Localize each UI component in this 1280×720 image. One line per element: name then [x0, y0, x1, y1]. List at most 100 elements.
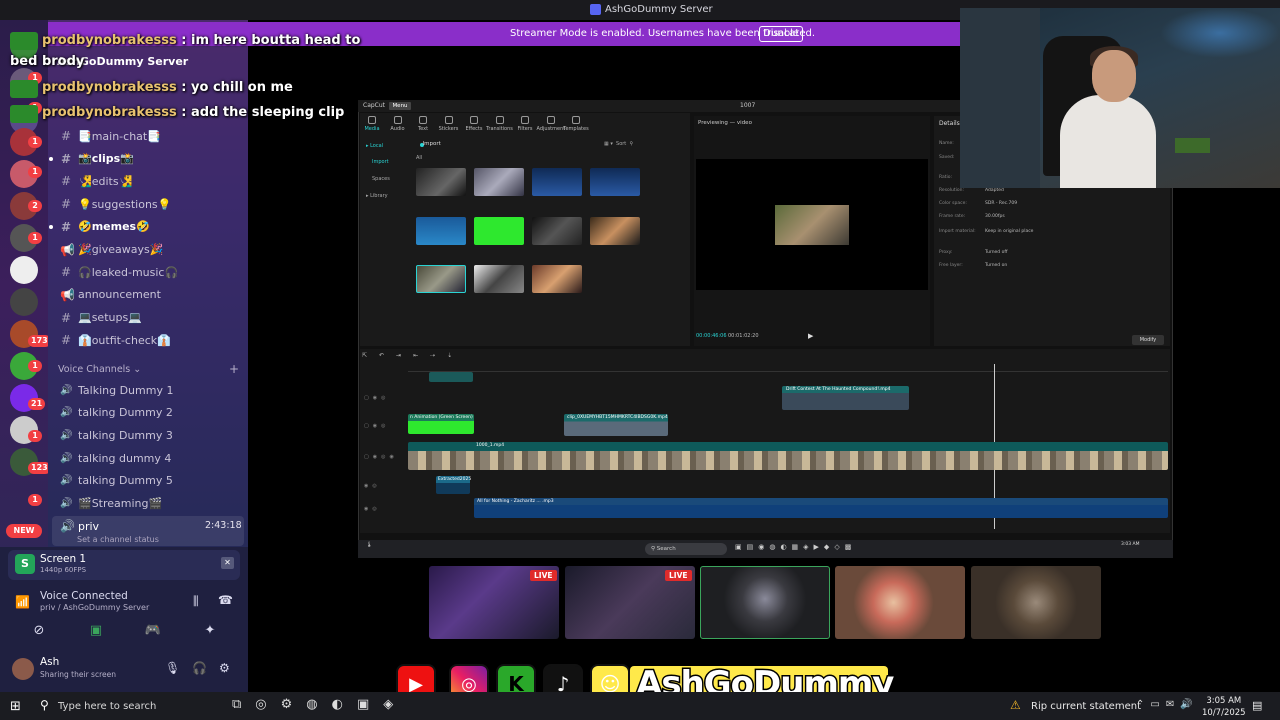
media-thumb-greenscreen[interactable]	[474, 217, 524, 245]
capcut-side-item[interactable]: Spaces	[372, 176, 412, 182]
media-thumb[interactable]	[590, 217, 640, 245]
chat-text: im here boutta head to	[191, 33, 361, 48]
timeline-clip[interactable]	[429, 372, 473, 382]
share-screen-icon[interactable]: ▣	[77, 619, 115, 641]
text-channel[interactable]: # 🧏‍♂️edits🧏‍♂️	[60, 171, 245, 191]
text-channel[interactable]: # 🎧leaked-music🎧	[60, 262, 245, 282]
stop-share-icon[interactable]: ✕	[221, 557, 234, 569]
timeline-clip-audio[interactable]	[474, 498, 1168, 518]
participant-tile-speaking[interactable]	[700, 566, 830, 639]
shared-taskbar-icons[interactable]: ▣▤◉◍◐▦◈▶◆◇▩	[735, 543, 856, 551]
unread-badge: 1	[28, 136, 42, 148]
capcut-tool-text[interactable]: Text	[409, 116, 437, 132]
participant-tile[interactable]	[835, 566, 965, 639]
text-channel[interactable]: # 📑main-chat📑	[60, 126, 245, 146]
voice-channel[interactable]: 🔊 🎬Streaming🎬	[60, 494, 245, 514]
track-controls[interactable]: ◉◎	[364, 483, 381, 489]
media-thumb[interactable]	[416, 168, 466, 196]
text-channel[interactable]: # 📸clips📸	[60, 149, 245, 169]
preview-frame	[775, 205, 849, 245]
text-channel[interactable]: # 👔outfit-check👔	[60, 330, 245, 350]
channel-status-prompt[interactable]: Set a channel status	[77, 535, 159, 544]
system-tray-icons[interactable]: ⌃▭✉🔊	[1136, 699, 1199, 710]
modify-button[interactable]: Modify	[1132, 335, 1164, 345]
noise-suppression-icon[interactable]: ⫼	[193, 594, 199, 609]
taskbar-app-icons[interactable]: ⧉◎⚙◍◐▣◈	[232, 697, 407, 712]
participant-tile[interactable]	[971, 566, 1101, 639]
taskbar-clock[interactable]: 3:05 AM 10/7/2025	[1202, 695, 1246, 719]
live-badge: LIVE	[530, 570, 557, 581]
play-icon[interactable]: ▶	[808, 332, 813, 340]
timeline-tools[interactable]: ⇱↶⇥⇤⇢⇣	[362, 352, 464, 359]
track-controls[interactable]: ▢◉◎	[364, 395, 389, 401]
news-headline[interactable]: Rip current statement	[1031, 701, 1141, 712]
text-channel[interactable]: # 💡suggestions💡	[60, 194, 245, 214]
main-video-track[interactable]	[408, 442, 1168, 470]
capcut-tool-effects[interactable]: Effects	[460, 116, 488, 132]
track-controls[interactable]: ▢◉◎	[364, 423, 389, 429]
disconnect-icon[interactable]: ☎	[218, 593, 233, 607]
search-icon[interactable]: ⚲	[40, 698, 49, 712]
disable-streamer-mode-button[interactable]: Disable	[759, 26, 803, 42]
shared-taskbar-search[interactable]: ⚲ Search	[645, 543, 727, 555]
voice-channel[interactable]: 🔊 talking Dummy 5	[60, 471, 245, 491]
capcut-tool-filters[interactable]: Filters	[511, 116, 539, 132]
filter-all[interactable]: All	[416, 155, 422, 161]
voice-category[interactable]: Voice Channels ⌄	[58, 364, 141, 375]
capcut-tool-transitions[interactable]: Transitions	[486, 116, 514, 132]
capcut-side-item[interactable]: Import	[372, 159, 412, 165]
camera-off-icon[interactable]: ⊘	[20, 619, 58, 641]
voice-channel[interactable]: 🔊 Talking Dummy 1	[60, 380, 245, 400]
speaker-icon: 🔊	[60, 498, 73, 509]
voice-channel[interactable]: 🔊 talking Dummy 2	[60, 403, 245, 423]
new-badge: NEW	[6, 524, 42, 538]
voice-location[interactable]: priv / AshGoDummy Server	[40, 603, 149, 612]
activity-icon[interactable]: 🎮	[134, 619, 172, 641]
voice-channel[interactable]: 🔊 talking Dummy 3	[60, 425, 245, 445]
voice-channel-label: talking Dummy 3	[78, 428, 173, 442]
media-thumb[interactable]	[532, 217, 582, 245]
tool-label: Stickers	[438, 126, 459, 132]
headphones-icon[interactable]: 🎧	[192, 661, 207, 675]
track-controls[interactable]: ◉◎	[364, 506, 381, 512]
media-thumb[interactable]	[474, 265, 524, 293]
text-channel[interactable]: # 🤣memes🤣	[60, 217, 245, 237]
text-channel[interactable]: # 💻setups💻	[60, 308, 245, 328]
soundboard-icon[interactable]: ✦	[191, 619, 229, 641]
sort-control[interactable]: ▦ ▾ Sort ⚲	[604, 141, 633, 147]
text-channel[interactable]: 📢 announcement	[60, 285, 245, 305]
speaker-icon: 🔊	[60, 384, 73, 396]
user-status: Sharing their screen	[40, 670, 116, 679]
timeline-ruler[interactable]	[408, 364, 1168, 372]
capcut-tool-media[interactable]: Media	[358, 116, 386, 132]
microphone-icon[interactable]: 🎙	[165, 661, 180, 675]
capcut-tool-stickers[interactable]: Stickers	[435, 116, 463, 132]
media-thumb[interactable]	[474, 168, 524, 196]
capcut-menu-button[interactable]: Menu	[389, 102, 411, 110]
voice-channel[interactable]: 🔊 talking dummy 4	[60, 448, 245, 468]
avatar[interactable]	[12, 658, 34, 680]
text-channel[interactable]: 📢 🎉giveaways🎉	[60, 240, 245, 260]
capcut-side-item[interactable]: ▸ Library	[366, 193, 406, 199]
detail-key: Name:	[939, 141, 954, 146]
capcut-tool-audio[interactable]: Audio	[384, 116, 412, 132]
media-thumb-audio[interactable]	[416, 217, 466, 245]
text-channel-label: 💡suggestions💡	[78, 197, 172, 211]
windows-start-icon[interactable]: ⊞	[10, 699, 21, 714]
capcut-tool-adjustment[interactable]: Adjustment	[537, 116, 565, 132]
taskbar-search-input[interactable]: Type here to search	[58, 701, 156, 712]
tool-icon	[393, 116, 402, 124]
notification-icon[interactable]: ▤	[1252, 699, 1262, 712]
media-thumb-selected[interactable]	[416, 265, 466, 293]
track-controls[interactable]: ▢◉◎◉	[364, 454, 398, 460]
server-icon[interactable]	[10, 256, 38, 284]
server-icon[interactable]	[10, 288, 38, 316]
media-thumb[interactable]	[532, 265, 582, 293]
settings-gear-icon[interactable]: ⚙	[219, 661, 230, 675]
media-thumb-audio[interactable]	[532, 168, 582, 196]
capcut-side-item[interactable]: ▸ Local	[366, 143, 406, 149]
media-thumb-audio[interactable]	[590, 168, 640, 196]
capcut-import-button[interactable]: Import	[419, 141, 441, 147]
capcut-tool-templates[interactable]: Templates	[562, 116, 590, 132]
add-channel-icon[interactable]: +	[229, 362, 239, 376]
